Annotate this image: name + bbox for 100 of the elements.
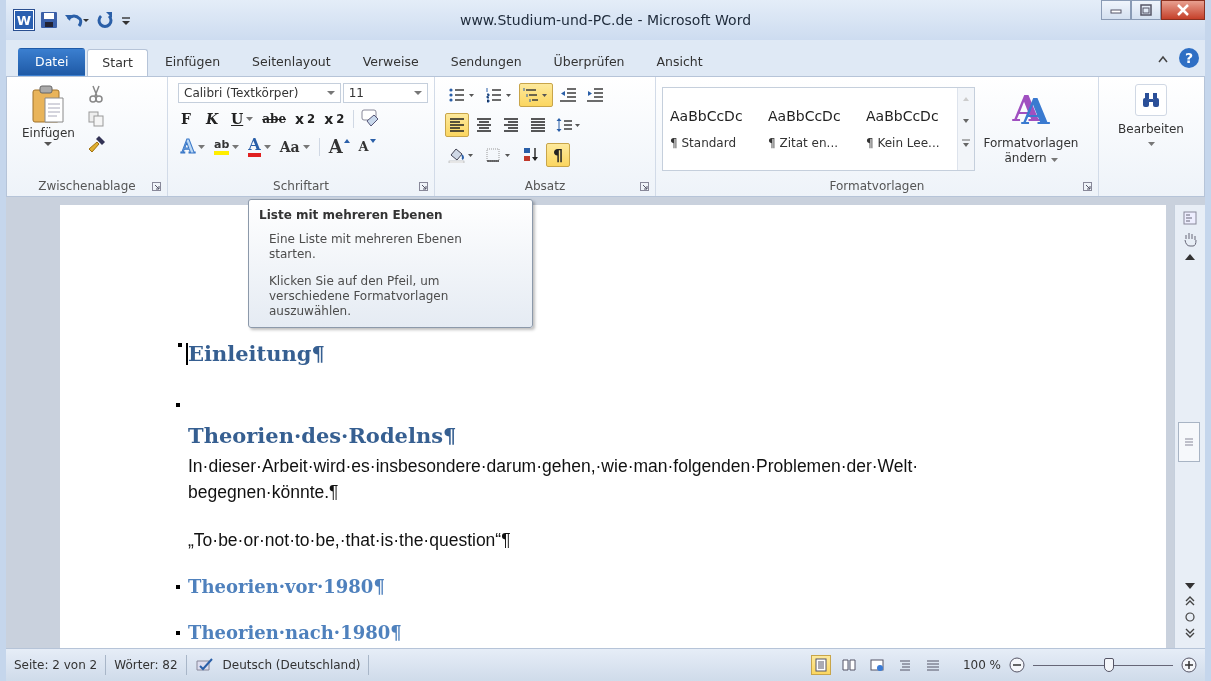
minimize-button[interactable]: [1101, 0, 1131, 20]
scroll-thumb[interactable]: [1178, 422, 1200, 462]
ribbon-tab[interactable]: Einfügen: [149, 48, 236, 76]
clear-formatting-icon[interactable]: [360, 109, 381, 129]
increase-indent-icon: [586, 87, 604, 103]
file-tab[interactable]: Datei: [18, 48, 86, 76]
previous-page-icon[interactable]: [1185, 596, 1195, 606]
font-size-field[interactable]: 11: [342, 83, 428, 103]
caret-icon: [232, 145, 240, 149]
browse-object-icon[interactable]: [1185, 612, 1195, 622]
multilevel-list-icon: [522, 87, 550, 103]
editing-button[interactable]: Bearbeiten: [1117, 83, 1185, 147]
paint-bucket-icon: [448, 147, 476, 163]
next-page-icon[interactable]: [1185, 628, 1195, 638]
paste-button[interactable]: Einfügen: [21, 83, 76, 176]
font-name-field[interactable]: Calibri (Textkörper): [178, 83, 341, 103]
close-button[interactable]: [1161, 0, 1205, 20]
heading: Einleitung¶: [188, 341, 326, 367]
list-marker-icon: [176, 631, 180, 635]
line-spacing-icon: [556, 117, 582, 133]
border-icon: [485, 147, 513, 163]
book-icon: [841, 658, 856, 672]
page-count[interactable]: Seite: 2 von 2: [14, 658, 98, 672]
hand-icon[interactable]: [1183, 231, 1197, 247]
dialog-launcher-icon[interactable]: [419, 182, 428, 191]
outline-icon: [897, 658, 912, 672]
save-icon[interactable]: [40, 11, 58, 29]
format-painter-icon[interactable]: [87, 135, 106, 153]
caret-icon: [302, 145, 310, 149]
show-marks-button[interactable]: ¶: [546, 143, 570, 167]
align-left-icon: [448, 117, 466, 133]
ribbon-tab[interactable]: Ansicht: [641, 48, 718, 76]
zoom-level[interactable]: 100 %: [962, 658, 1001, 672]
ribbon-tab[interactable]: Verweise: [347, 48, 434, 76]
grow-font-button[interactable]: A: [325, 135, 353, 159]
change-case-button[interactable]: Aa: [276, 135, 313, 159]
caret-icon: [1147, 142, 1155, 146]
list-marker-icon: [176, 403, 180, 407]
align-center-icon: [475, 117, 493, 133]
bold-button[interactable]: F: [178, 108, 200, 130]
lines-icon: [925, 658, 940, 672]
tooltip-text: Klicken Sie auf den Pfeil, um verschiedene Formatvorlagen auszuwählen.: [269, 274, 450, 319]
group-label: Schriftart: [273, 179, 329, 193]
shrink-font-button[interactable]: A: [355, 135, 379, 159]
caret-icon: [197, 145, 205, 149]
highlight-button[interactable]: ab: [210, 135, 243, 159]
dialog-launcher-icon[interactable]: [1083, 182, 1092, 191]
collapse-ribbon-icon[interactable]: [1157, 54, 1169, 64]
scroll-down-icon[interactable]: [1184, 582, 1196, 590]
style-item[interactable]: AaBbCcDc ¶ Kein Lee...: [859, 88, 957, 170]
align-right-icon: [502, 117, 520, 133]
zoom-slider-thumb[interactable]: [1103, 658, 1114, 672]
cut-icon[interactable]: [87, 85, 104, 103]
bullet-list-icon: [448, 87, 476, 103]
caret-icon: [1050, 158, 1058, 162]
style-item[interactable]: AaBbCcDc ¶ Standard: [663, 88, 761, 170]
group-label: Formatvorlagen: [829, 179, 925, 193]
decrease-indent-icon: [559, 87, 577, 103]
print-layout-button[interactable]: [810, 655, 831, 675]
scroll-up-icon[interactable]: [1184, 253, 1196, 261]
align-left-button[interactable]: [445, 113, 469, 137]
change-styles-button[interactable]: A Formatvorlagen ändern: [981, 87, 1081, 167]
caret-icon: [44, 142, 53, 147]
underline-button[interactable]: U: [228, 108, 257, 130]
heading: Theorien·vor·1980¶: [188, 575, 386, 599]
body-text: „To·be·or·not·to·be,·that·is·the·question“¶: [188, 529, 512, 552]
zoom-in-icon[interactable]: [1181, 657, 1197, 673]
zoom-out-icon[interactable]: [1009, 657, 1025, 673]
triangle-icon: [369, 139, 376, 143]
font-color-button[interactable]: A: [245, 135, 274, 159]
restore-icon: [1140, 4, 1152, 16]
page-icon: [813, 658, 828, 672]
language[interactable]: Deutsch (Deutschland): [222, 658, 361, 672]
ribbon-tab[interactable]: Seitenlayout: [237, 48, 346, 76]
group-label: Zwischenablage: [38, 179, 136, 193]
italic-button[interactable]: K: [203, 108, 225, 130]
ribbon-tab[interactable]: Start: [87, 49, 148, 77]
help-icon[interactable]: ?: [1179, 48, 1199, 68]
grip-icon: [1184, 438, 1194, 446]
app-icon[interactable]: W: [14, 10, 34, 30]
clipboard-icon: [31, 84, 66, 124]
zoom-slider[interactable]: [1033, 657, 1173, 673]
ribbon-tab[interactable]: Sendungen: [435, 48, 537, 76]
tooltip-title: Liste mit mehreren Ebenen: [259, 208, 444, 222]
heading: Theorien·nach·1980¶: [188, 621, 403, 645]
triangle-icon: [343, 139, 350, 143]
dialog-launcher-icon[interactable]: [152, 182, 161, 191]
ribbon-tab[interactable]: Überprüfen: [538, 48, 640, 76]
close-icon: [1176, 4, 1190, 16]
justify-icon: [529, 117, 547, 133]
word-count[interactable]: Wörter: 82: [114, 658, 178, 672]
redo-icon[interactable]: [96, 11, 114, 29]
strikethrough-button[interactable]: abe: [259, 108, 290, 130]
dialog-launcher-icon[interactable]: [640, 182, 649, 191]
numbered-list-icon: [485, 87, 513, 103]
style-item[interactable]: AaBbCcDc ¶ Zitat en...: [761, 88, 859, 170]
proofing-icon[interactable]: [194, 657, 215, 673]
group-label: Absatz: [524, 179, 566, 193]
multilevel-list-button[interactable]: [519, 83, 553, 107]
maximize-button[interactable]: [1131, 0, 1161, 20]
